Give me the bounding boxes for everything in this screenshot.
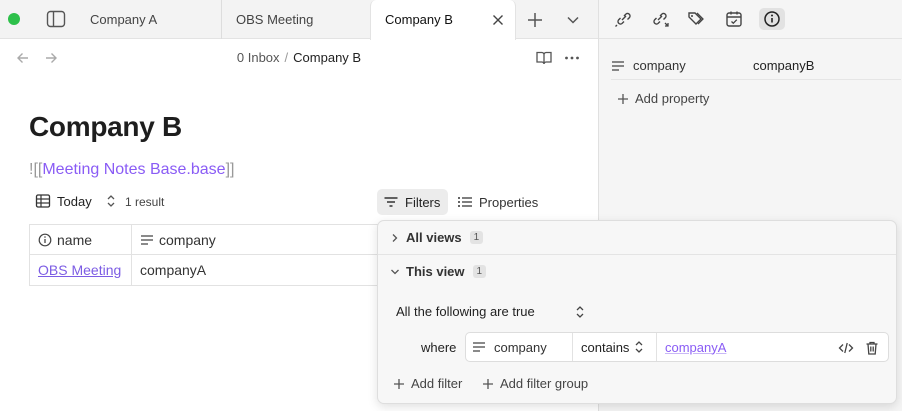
breadcrumb-separator: / — [284, 50, 289, 65]
where-label: where — [421, 340, 457, 355]
up-down-chevron-icon — [634, 340, 644, 354]
property-key[interactable]: company — [611, 58, 753, 73]
up-down-chevron-icon — [106, 194, 116, 208]
add-property-button[interactable]: Add property — [617, 91, 709, 106]
text-lines-icon — [140, 234, 154, 246]
base-table: name company OBS Meeting companyA — [29, 224, 399, 286]
note-title[interactable]: Company B — [29, 111, 182, 143]
sidebar-tab-bar — [599, 0, 902, 39]
close-icon[interactable] — [491, 13, 505, 27]
all-views-label: All views — [406, 230, 462, 245]
up-down-chevron-icon — [575, 305, 585, 319]
new-tab-plus-icon[interactable] — [526, 11, 544, 29]
tab-company-a[interactable]: Company A — [76, 0, 220, 39]
conjunction-label: All the following are true — [396, 304, 535, 319]
view-selector[interactable]: Today — [35, 193, 116, 209]
backlinks-icon[interactable] — [611, 8, 637, 30]
table-cell-name: OBS Meeting — [30, 255, 132, 285]
add-filter-button[interactable]: Add filter — [393, 376, 462, 391]
chevron-down-icon[interactable] — [564, 11, 582, 29]
tab-obs-meeting[interactable]: OBS Meeting — [221, 0, 369, 39]
trash-icon[interactable] — [864, 340, 880, 356]
tab-label: Company B — [385, 12, 453, 27]
property-value[interactable]: companyB — [753, 58, 814, 73]
tab-label: Company A — [90, 12, 158, 27]
filter-property-label: company — [494, 339, 547, 355]
base-toolbar: Today 1 result Filters Properties — [29, 189, 589, 215]
column-header-label: name — [57, 231, 93, 248]
text-lines-icon — [611, 60, 625, 72]
all-views-section[interactable]: All views 1 — [390, 230, 484, 245]
outgoing-links-icon[interactable] — [647, 8, 673, 30]
table-icon — [35, 193, 51, 209]
this-view-section[interactable]: This view 1 — [390, 264, 487, 279]
tags-icon[interactable] — [684, 8, 710, 30]
filter-operator-label: contains — [581, 339, 630, 355]
filters-button[interactable]: Filters — [377, 189, 449, 215]
breadcrumb-parent[interactable]: 0 Inbox — [237, 50, 280, 65]
properties-label: Properties — [479, 194, 539, 210]
table-header-row: name company — [30, 225, 398, 255]
text-lines-icon — [472, 341, 486, 353]
calendar-check-icon[interactable] — [721, 8, 747, 30]
this-view-label: This view — [406, 264, 465, 279]
filters-label: Filters — [405, 194, 441, 210]
list-icon — [457, 195, 473, 209]
filter-rule: company contains companyA — [465, 332, 889, 362]
plus-icon — [393, 378, 405, 390]
plus-icon — [617, 93, 629, 105]
property-row[interactable]: company companyB — [611, 52, 901, 80]
view-name: Today — [57, 193, 92, 209]
book-open-icon[interactable] — [535, 49, 553, 67]
filters-popover: All views 1 This view 1 All the followin… — [377, 220, 897, 404]
chevron-right-icon — [390, 233, 400, 243]
add-property-label: Add property — [635, 91, 710, 106]
embed-suffix: ]] — [225, 161, 235, 178]
add-filter-label: Add filter — [411, 376, 463, 391]
property-key-label: company — [633, 58, 686, 73]
tab-bar: Company A OBS Meeting Company B — [0, 0, 598, 40]
filter-property-select[interactable]: company — [466, 333, 573, 361]
info-circle-icon[interactable] — [759, 8, 785, 30]
code-icon[interactable] — [838, 340, 854, 356]
base-embed-link[interactable]: ![[Meeting Notes Base.base]] — [29, 161, 234, 179]
this-view-count: 1 — [472, 265, 487, 278]
sidebar-toggle-icon[interactable] — [46, 10, 66, 28]
add-filter-group-label: Add filter group — [500, 376, 589, 391]
filter-lines-icon — [383, 195, 399, 209]
column-header-label: company — [159, 231, 216, 248]
tab-label: OBS Meeting — [236, 12, 314, 27]
plus-icon — [482, 378, 494, 390]
conjunction-select[interactable]: All the following are true — [396, 304, 585, 319]
tab-company-b[interactable]: Company B — [370, 0, 516, 40]
embed-link-text[interactable]: Meeting Notes Base.base — [42, 161, 225, 178]
column-header-company[interactable]: company — [132, 225, 398, 254]
status-dot — [8, 13, 20, 25]
properties-button[interactable]: Properties — [457, 189, 538, 215]
breadcrumb-current[interactable]: Company B — [293, 50, 361, 65]
filter-operator-select[interactable]: contains — [573, 333, 657, 361]
note-header: 0 Inbox / Company B — [0, 40, 598, 76]
embed-prefix: ![[ — [29, 161, 43, 178]
note-link[interactable]: OBS Meeting — [38, 262, 121, 278]
info-circle-icon — [38, 233, 52, 247]
chevron-down-icon — [390, 267, 400, 277]
table-cell-company[interactable]: companyA — [132, 255, 398, 285]
column-header-name[interactable]: name — [30, 225, 132, 254]
divider — [378, 254, 896, 255]
result-count: 1 result — [125, 195, 165, 209]
add-filter-group-button[interactable]: Add filter group — [482, 376, 588, 391]
breadcrumb: 0 Inbox / Company B — [0, 50, 598, 65]
table-row: OBS Meeting companyA — [30, 255, 398, 285]
all-views-count: 1 — [469, 231, 484, 244]
more-options-icon[interactable] — [563, 49, 581, 67]
